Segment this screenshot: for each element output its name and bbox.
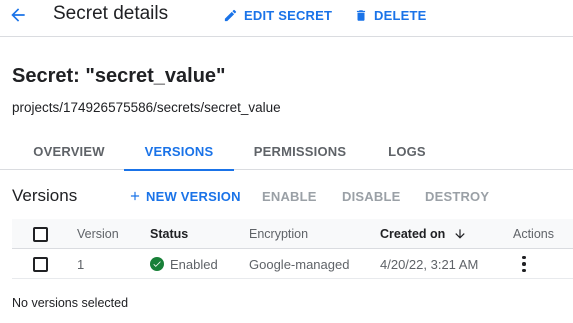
- edit-secret-button[interactable]: EDIT SECRET: [223, 4, 332, 26]
- more-vert-icon[interactable]: [515, 255, 533, 273]
- plus-icon: [128, 189, 142, 203]
- enable-button[interactable]: ENABLE: [262, 187, 317, 205]
- column-encryption: Encryption: [249, 227, 309, 241]
- tab-bar: OVERVIEW VERSIONS PERMISSIONS LOGS: [0, 132, 573, 171]
- status-label: Enabled: [170, 256, 218, 272]
- table-header: Version Status Encryption Created on Act…: [12, 219, 573, 249]
- arrow-down-icon[interactable]: [453, 227, 467, 241]
- secret-details-page: Secret details EDIT SECRET DELETE Secret…: [0, 0, 573, 323]
- pencil-icon: [223, 8, 238, 23]
- check-circle-icon: [150, 257, 164, 271]
- versions-table: Version Status Encryption Created on Act…: [12, 219, 573, 279]
- disable-button[interactable]: DISABLE: [342, 187, 400, 205]
- row-select-cell: [33, 249, 48, 279]
- selection-status: No versions selected: [12, 296, 129, 310]
- tab-logs[interactable]: LOGS: [366, 132, 448, 170]
- tab-overview[interactable]: OVERVIEW: [14, 132, 124, 170]
- row-version: 1: [77, 256, 85, 272]
- created-on-label: Created on: [380, 227, 446, 241]
- select-all-cell: [33, 219, 48, 249]
- column-created-on[interactable]: Created on: [380, 219, 467, 249]
- column-status: Status: [150, 227, 189, 241]
- delete-label: DELETE: [374, 7, 427, 23]
- select-all-checkbox[interactable]: [33, 226, 48, 242]
- secret-path: projects/174926575586/secrets/secret_val…: [12, 100, 281, 115]
- page-title: Secret details: [53, 3, 169, 24]
- trash-icon: [354, 8, 368, 23]
- row-status: Enabled: [150, 249, 218, 279]
- new-version-label: NEW VERSION: [146, 188, 241, 204]
- versions-heading: Versions: [12, 186, 78, 205]
- edit-secret-label: EDIT SECRET: [244, 7, 333, 23]
- back-arrow-icon[interactable]: [6, 3, 30, 27]
- row-checkbox[interactable]: [33, 256, 48, 272]
- tab-versions[interactable]: VERSIONS: [124, 132, 234, 171]
- row-created-on: 4/20/22, 3:21 AM: [380, 256, 479, 272]
- tab-permissions[interactable]: PERMISSIONS: [234, 132, 366, 170]
- row-encryption: Google-managed: [249, 256, 350, 272]
- top-bar: Secret details EDIT SECRET DELETE: [0, 0, 573, 37]
- column-actions: Actions: [513, 227, 554, 241]
- new-version-button[interactable]: NEW VERSION: [128, 187, 241, 205]
- delete-button[interactable]: DELETE: [354, 4, 426, 26]
- table-row: 1 Enabled Google-managed 4/20/22, 3:21 A…: [12, 249, 573, 279]
- destroy-button[interactable]: DESTROY: [425, 187, 489, 205]
- secret-title: Secret: "secret_value": [12, 65, 226, 87]
- column-version: Version: [77, 227, 119, 241]
